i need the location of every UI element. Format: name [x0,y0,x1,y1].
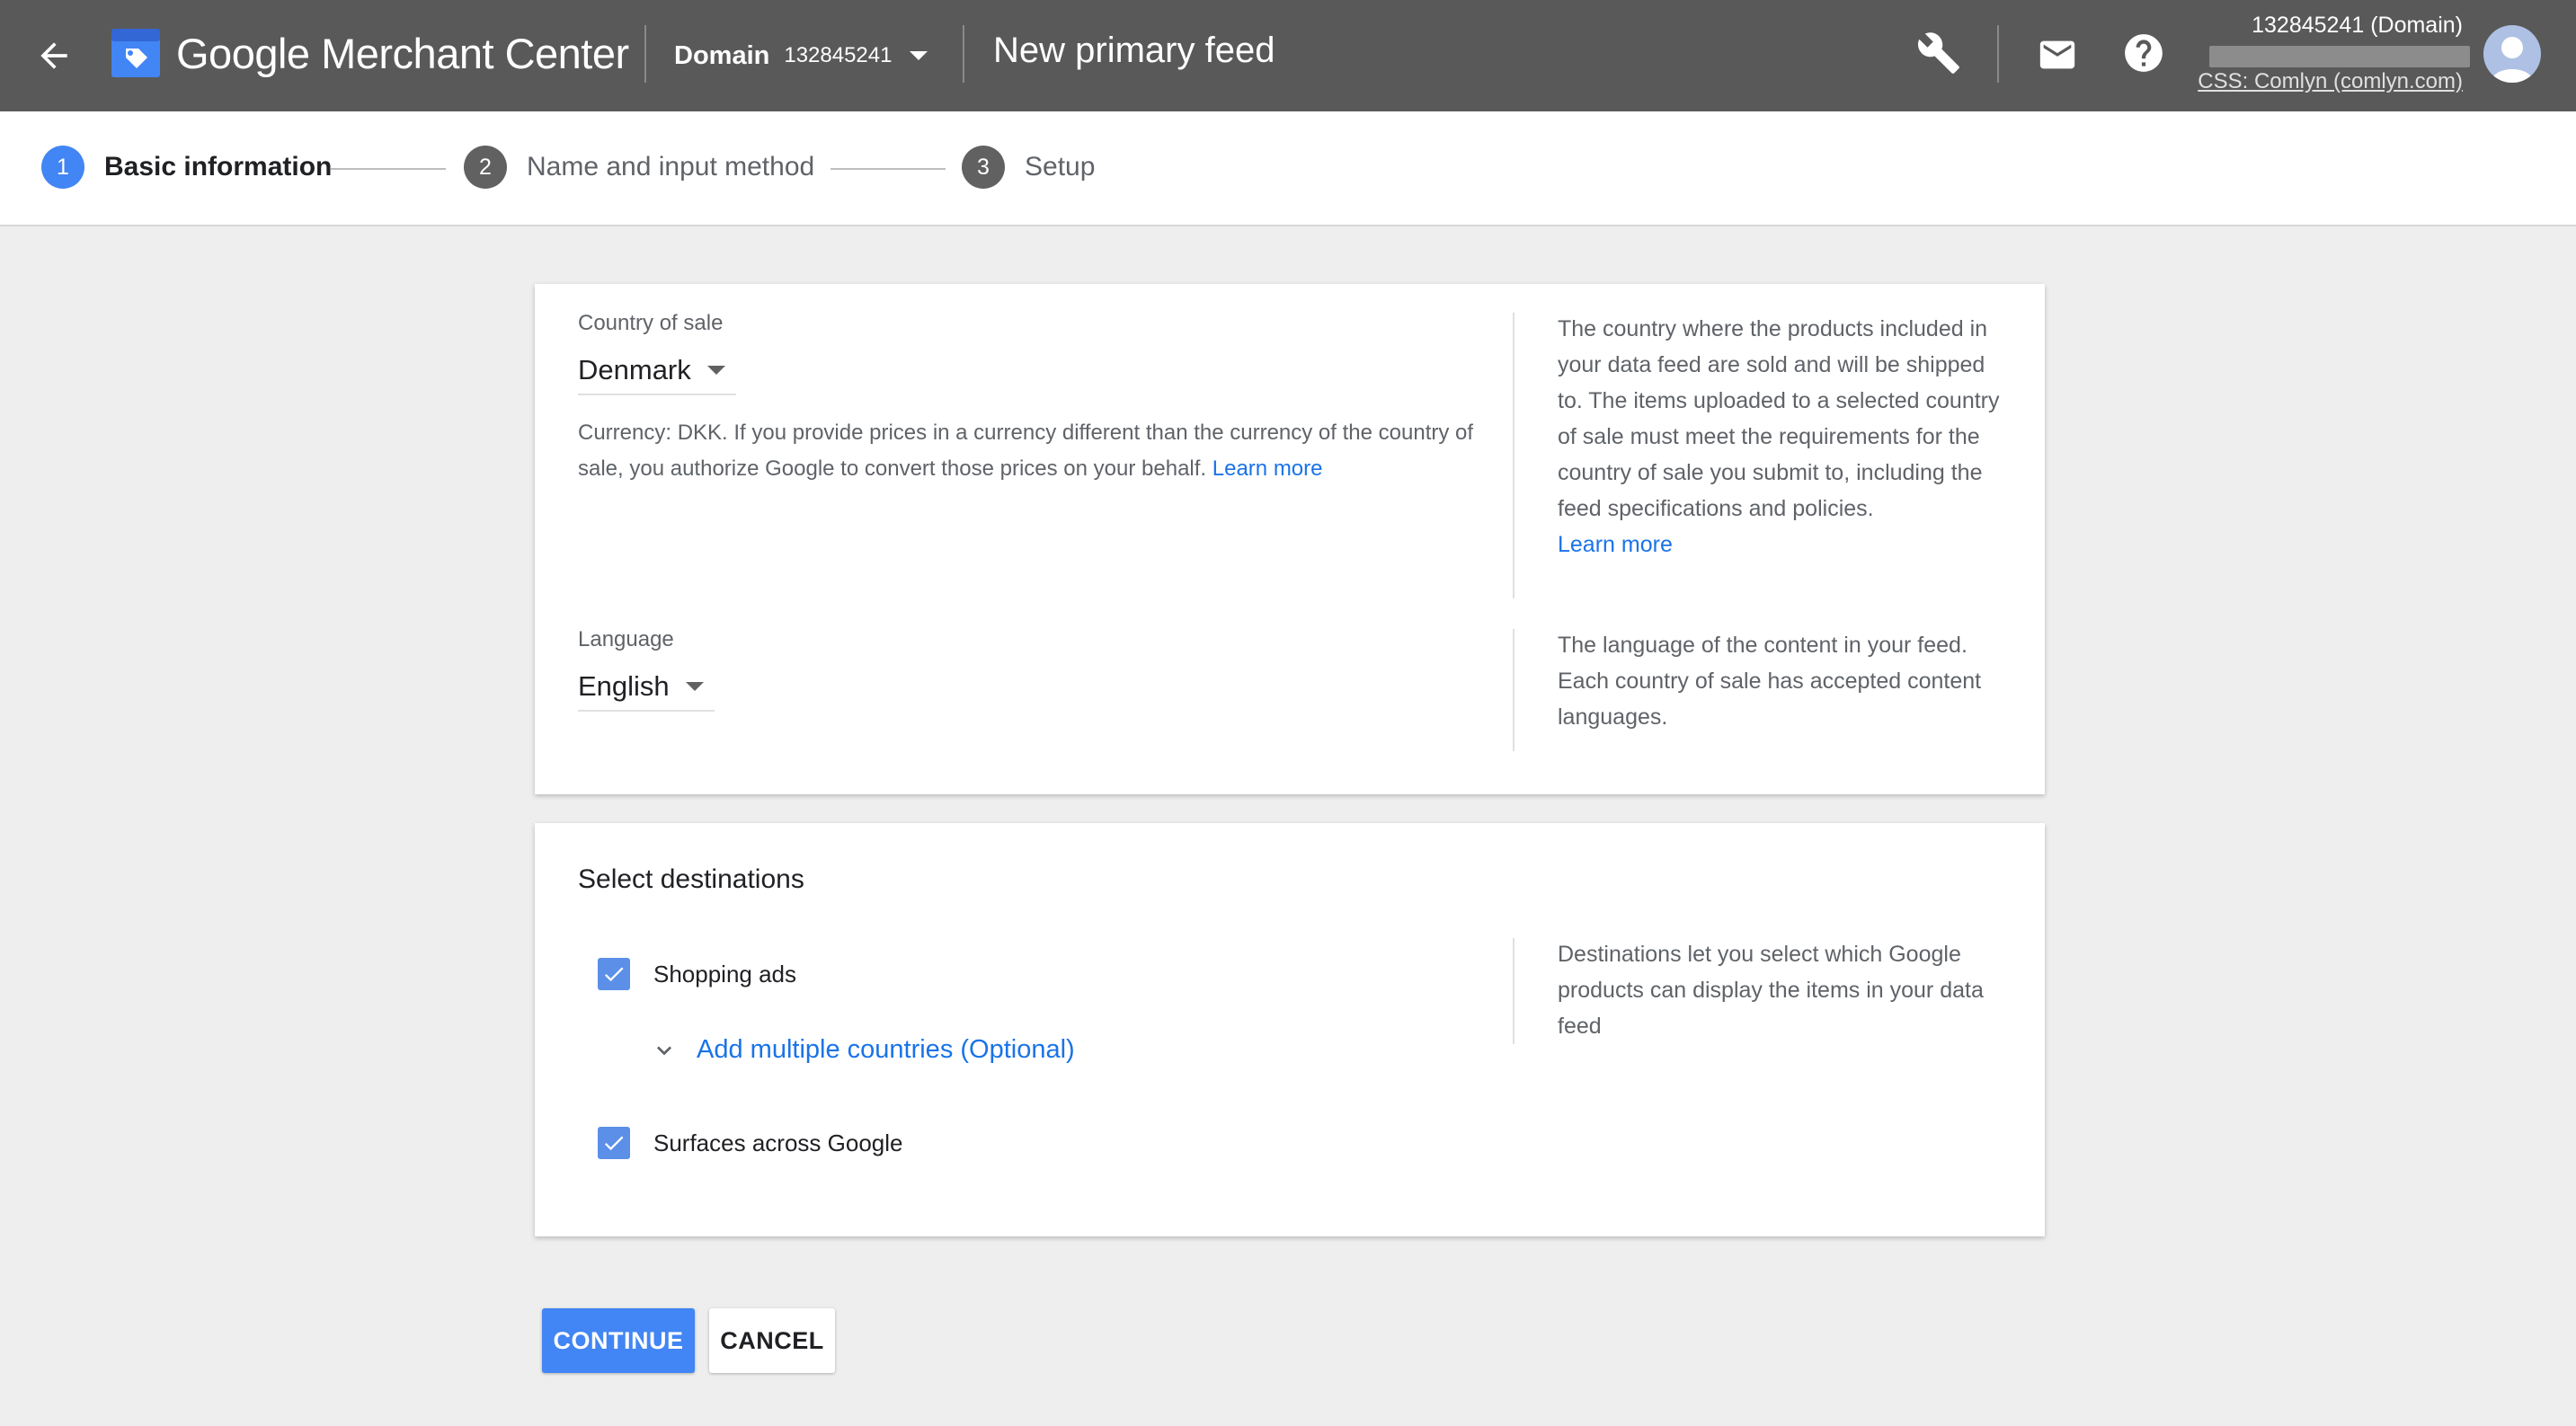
currency-learn-more-link[interactable]: Learn more [1212,456,1323,481]
back-arrow-icon[interactable] [34,36,74,75]
destinations-card: Select destinations Shopping ads Add mul… [535,823,2045,1236]
account-type: Domain [674,40,770,70]
step-basic-information: 1 Basic information [41,146,332,189]
card-divider [1513,629,1515,751]
language-select[interactable]: English [578,663,715,712]
step-name-and-input-method: 2 Name and input method [464,146,814,189]
step-number: 3 [962,146,1005,189]
currency-helper-text: Currency: DKK. If you provide prices in … [578,421,1474,481]
caret-down-icon [706,366,725,375]
language-value: English [578,670,670,702]
currency-helper: Currency: DKK. If you provide prices in … [578,415,1477,487]
country-label: Country of sale [578,311,724,335]
add-multiple-countries-label: Add multiple countries (Optional) [697,1035,1075,1064]
basic-info-card: Country of sale Denmark Currency: DKK. I… [535,284,2045,794]
step-label: Basic information [104,152,333,182]
page-title: New primary feed [993,31,1275,70]
cancel-button[interactable]: CANCEL [709,1308,835,1373]
add-multiple-countries-expander[interactable]: Add multiple countries (Optional) [650,1035,1075,1065]
destinations-title: Select destinations [578,864,804,894]
css-link[interactable]: CSS: Comlyn (comlyn.com) [2193,69,2463,94]
country-side-text: The country where the products included … [1558,316,2000,521]
step-connector [331,168,446,170]
checkbox-checked-icon[interactable] [598,958,630,990]
shopping-ads-label: Shopping ads [653,960,797,988]
language-label: Language [578,627,674,651]
top-app-bar: Google Merchant Center Domain 132845241 … [0,0,2576,111]
account-id: 132845241 [784,43,893,67]
country-learn-more-link[interactable]: Learn more [1558,527,2007,562]
redacted-email [2209,46,2470,67]
account-info: 132845241 (Domain) CSS: Comlyn (comlyn.c… [2193,13,2470,94]
surfaces-checkbox-row[interactable]: Surfaces across Google [598,1127,902,1159]
caret-down-icon [685,682,704,691]
step-number: 2 [464,146,507,189]
shopping-ads-checkbox-row[interactable]: Shopping ads [598,958,796,990]
caret-down-icon [910,51,928,60]
merchant-center-logo-icon [110,27,162,79]
account-name: 132845241 (Domain) [2252,13,2463,38]
language-side-text: The language of the content in your feed… [1558,633,1982,730]
destinations-side-text: Destinations let you select which Google… [1558,942,1984,1039]
country-value: Denmark [578,354,691,385]
help-icon[interactable] [2121,31,2166,75]
step-label: Setup [1025,152,1096,182]
step-label: Name and input method [527,152,815,182]
card-divider [1513,938,1515,1044]
step-number: 1 [41,146,84,189]
header-divider [1997,25,1999,83]
chevron-down-icon [657,1045,671,1055]
checkbox-checked-icon[interactable] [598,1127,630,1159]
surfaces-label: Surfaces across Google [653,1129,903,1156]
app-name[interactable]: Google Merchant Center [176,29,629,78]
card-divider [1513,313,1515,598]
avatar-icon[interactable] [2483,25,2541,83]
mail-icon[interactable] [2037,34,2078,75]
wrench-icon[interactable] [1916,31,1961,75]
account-switcher[interactable]: Domain 132845241 [674,36,928,75]
country-select[interactable]: Denmark [578,347,736,395]
header-divider [644,25,646,83]
step-setup: 3 Setup [962,146,1095,189]
header-divider [963,25,964,83]
step-connector [831,168,946,170]
continue-button[interactable]: CONTINUE [542,1308,695,1373]
country-side-help: The country where the products included … [1558,311,2007,562]
